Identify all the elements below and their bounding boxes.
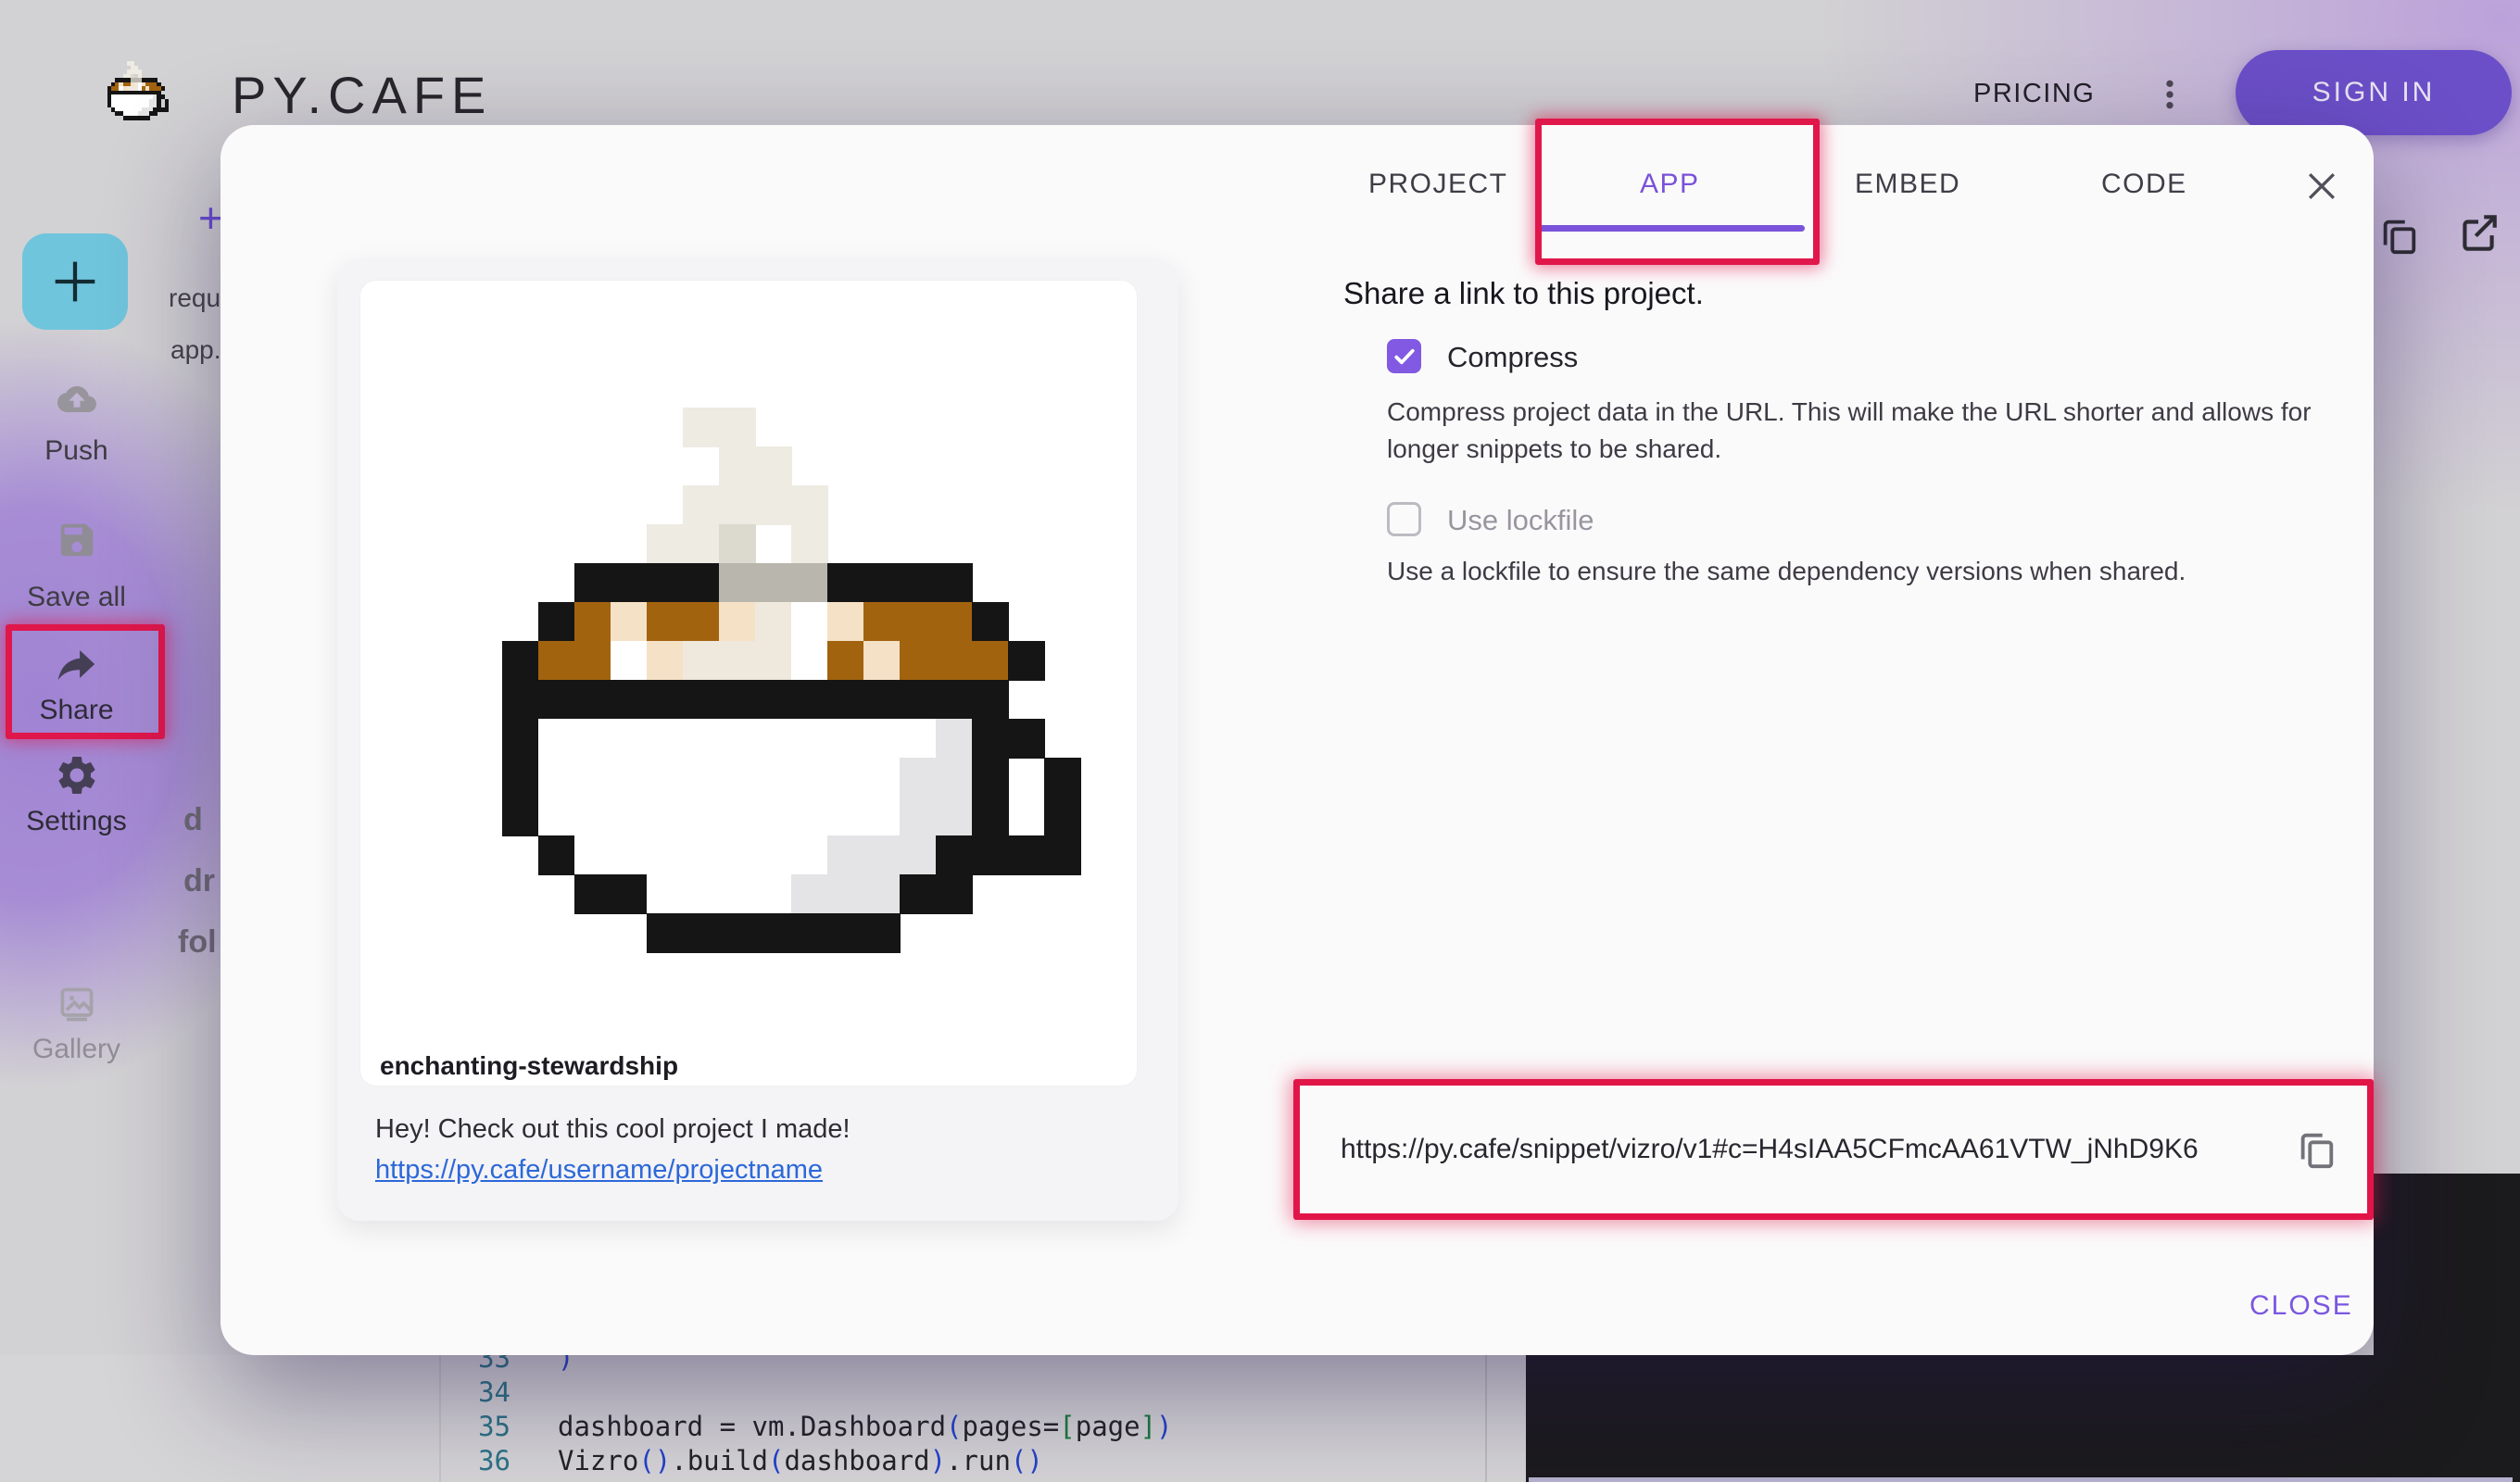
active-tab-underline — [1538, 225, 1805, 232]
editor-right-divider — [1485, 1355, 1487, 1482]
share-heading: Share a link to this project. — [1343, 276, 1704, 311]
sidebar-item-push[interactable]: Push — [0, 380, 153, 467]
file-label-app[interactable]: app. — [170, 335, 221, 365]
sidebar-item-save-all[interactable]: Save all — [0, 519, 153, 613]
kebab-menu-icon[interactable] — [2151, 72, 2188, 117]
project-link[interactable]: https://py.cafe/username/projectname — [375, 1155, 823, 1186]
editor-hint-fragment: d — [183, 802, 203, 838]
project-name: enchanting-stewardship — [380, 1051, 678, 1081]
lockfile-label[interactable]: Use lockfile — [1447, 504, 1594, 537]
app-preview-edge — [1529, 1477, 2513, 1482]
sidebar-label: Push — [0, 435, 153, 467]
share-url-text[interactable]: https://py.cafe/snippet/vizro/v1#c=H4sIA… — [1341, 1134, 2276, 1165]
sidebar-label: Share — [0, 695, 153, 726]
close-button[interactable]: CLOSE — [2249, 1290, 2353, 1322]
pycafe-logo-icon[interactable] — [104, 61, 169, 120]
code-line[interactable]: 34 — [0, 1376, 1526, 1411]
check-icon — [1391, 343, 1418, 370]
pycafe-app: PY.CAFE PRICING SIGN IN Push — [0, 0, 2520, 1482]
editor-hint-fragment: dr — [183, 863, 215, 899]
lockfile-description: Use a lockfile to ensure the same depend… — [1387, 553, 2350, 590]
share-arrow-icon — [54, 641, 100, 687]
new-project-button[interactable] — [22, 233, 128, 330]
sidebar-item-gallery[interactable]: Gallery — [0, 984, 153, 1065]
copy-icon[interactable] — [2377, 211, 2420, 259]
compress-label[interactable]: Compress — [1447, 341, 1578, 374]
sidebar-label: Settings — [0, 806, 153, 837]
code-line[interactable]: 35dashboard = vm.Dashboard(pages=[page]) — [0, 1411, 1526, 1445]
panel-divider — [439, 1355, 441, 1482]
tab-project[interactable]: PROJECT — [1368, 169, 1508, 200]
sign-in-label: SIGN IN — [2312, 77, 2436, 108]
add-file-plus-icon[interactable]: + — [198, 193, 223, 243]
editor-hint-fragment: fol — [178, 924, 217, 961]
file-label-requirements[interactable]: requ — [169, 283, 220, 313]
gallery-image-icon — [55, 984, 99, 1024]
plus-icon — [45, 252, 105, 311]
code-editor[interactable]: 33)3435dashboard = vm.Dashboard(pages=[p… — [0, 1355, 1526, 1482]
share-url-field[interactable]: https://py.cafe/snippet/vizro/v1#c=H4sIA… — [1293, 1079, 2374, 1220]
sidebar-item-share[interactable]: Share — [0, 641, 153, 726]
compress-checkbox[interactable] — [1387, 339, 1421, 373]
brand-title[interactable]: PY.CAFE — [232, 65, 492, 125]
cloud-upload-icon — [53, 380, 101, 419]
share-message: Hey! Check out this cool project I made! — [375, 1114, 850, 1145]
floppy-save-icon — [56, 519, 98, 561]
code-line[interactable]: 36Vizro().build(dashboard).run() — [0, 1445, 1526, 1479]
gear-icon — [54, 752, 100, 798]
compress-description: Compress project data in the URL. This w… — [1387, 394, 2350, 468]
pricing-link[interactable]: PRICING — [1973, 79, 2095, 109]
sign-in-button[interactable]: SIGN IN — [2236, 50, 2512, 135]
sidebar-label: Save all — [0, 582, 153, 613]
close-icon[interactable] — [2301, 166, 2342, 207]
lockfile-checkbox[interactable] — [1387, 502, 1421, 536]
sidebar-label: Gallery — [0, 1034, 153, 1065]
app-preview-panel — [1526, 1355, 2520, 1482]
pixel-coffee-art — [466, 408, 1080, 952]
tab-code[interactable]: CODE — [2101, 169, 2187, 200]
code-line[interactable]: 33) — [0, 1355, 1526, 1376]
sidebar-item-settings[interactable]: Settings — [0, 752, 153, 837]
tab-embed[interactable]: EMBED — [1855, 169, 1960, 200]
copy-url-icon[interactable] — [2295, 1125, 2337, 1174]
open-in-new-icon[interactable] — [2455, 209, 2501, 257]
tab-app[interactable]: APP — [1640, 169, 1700, 200]
